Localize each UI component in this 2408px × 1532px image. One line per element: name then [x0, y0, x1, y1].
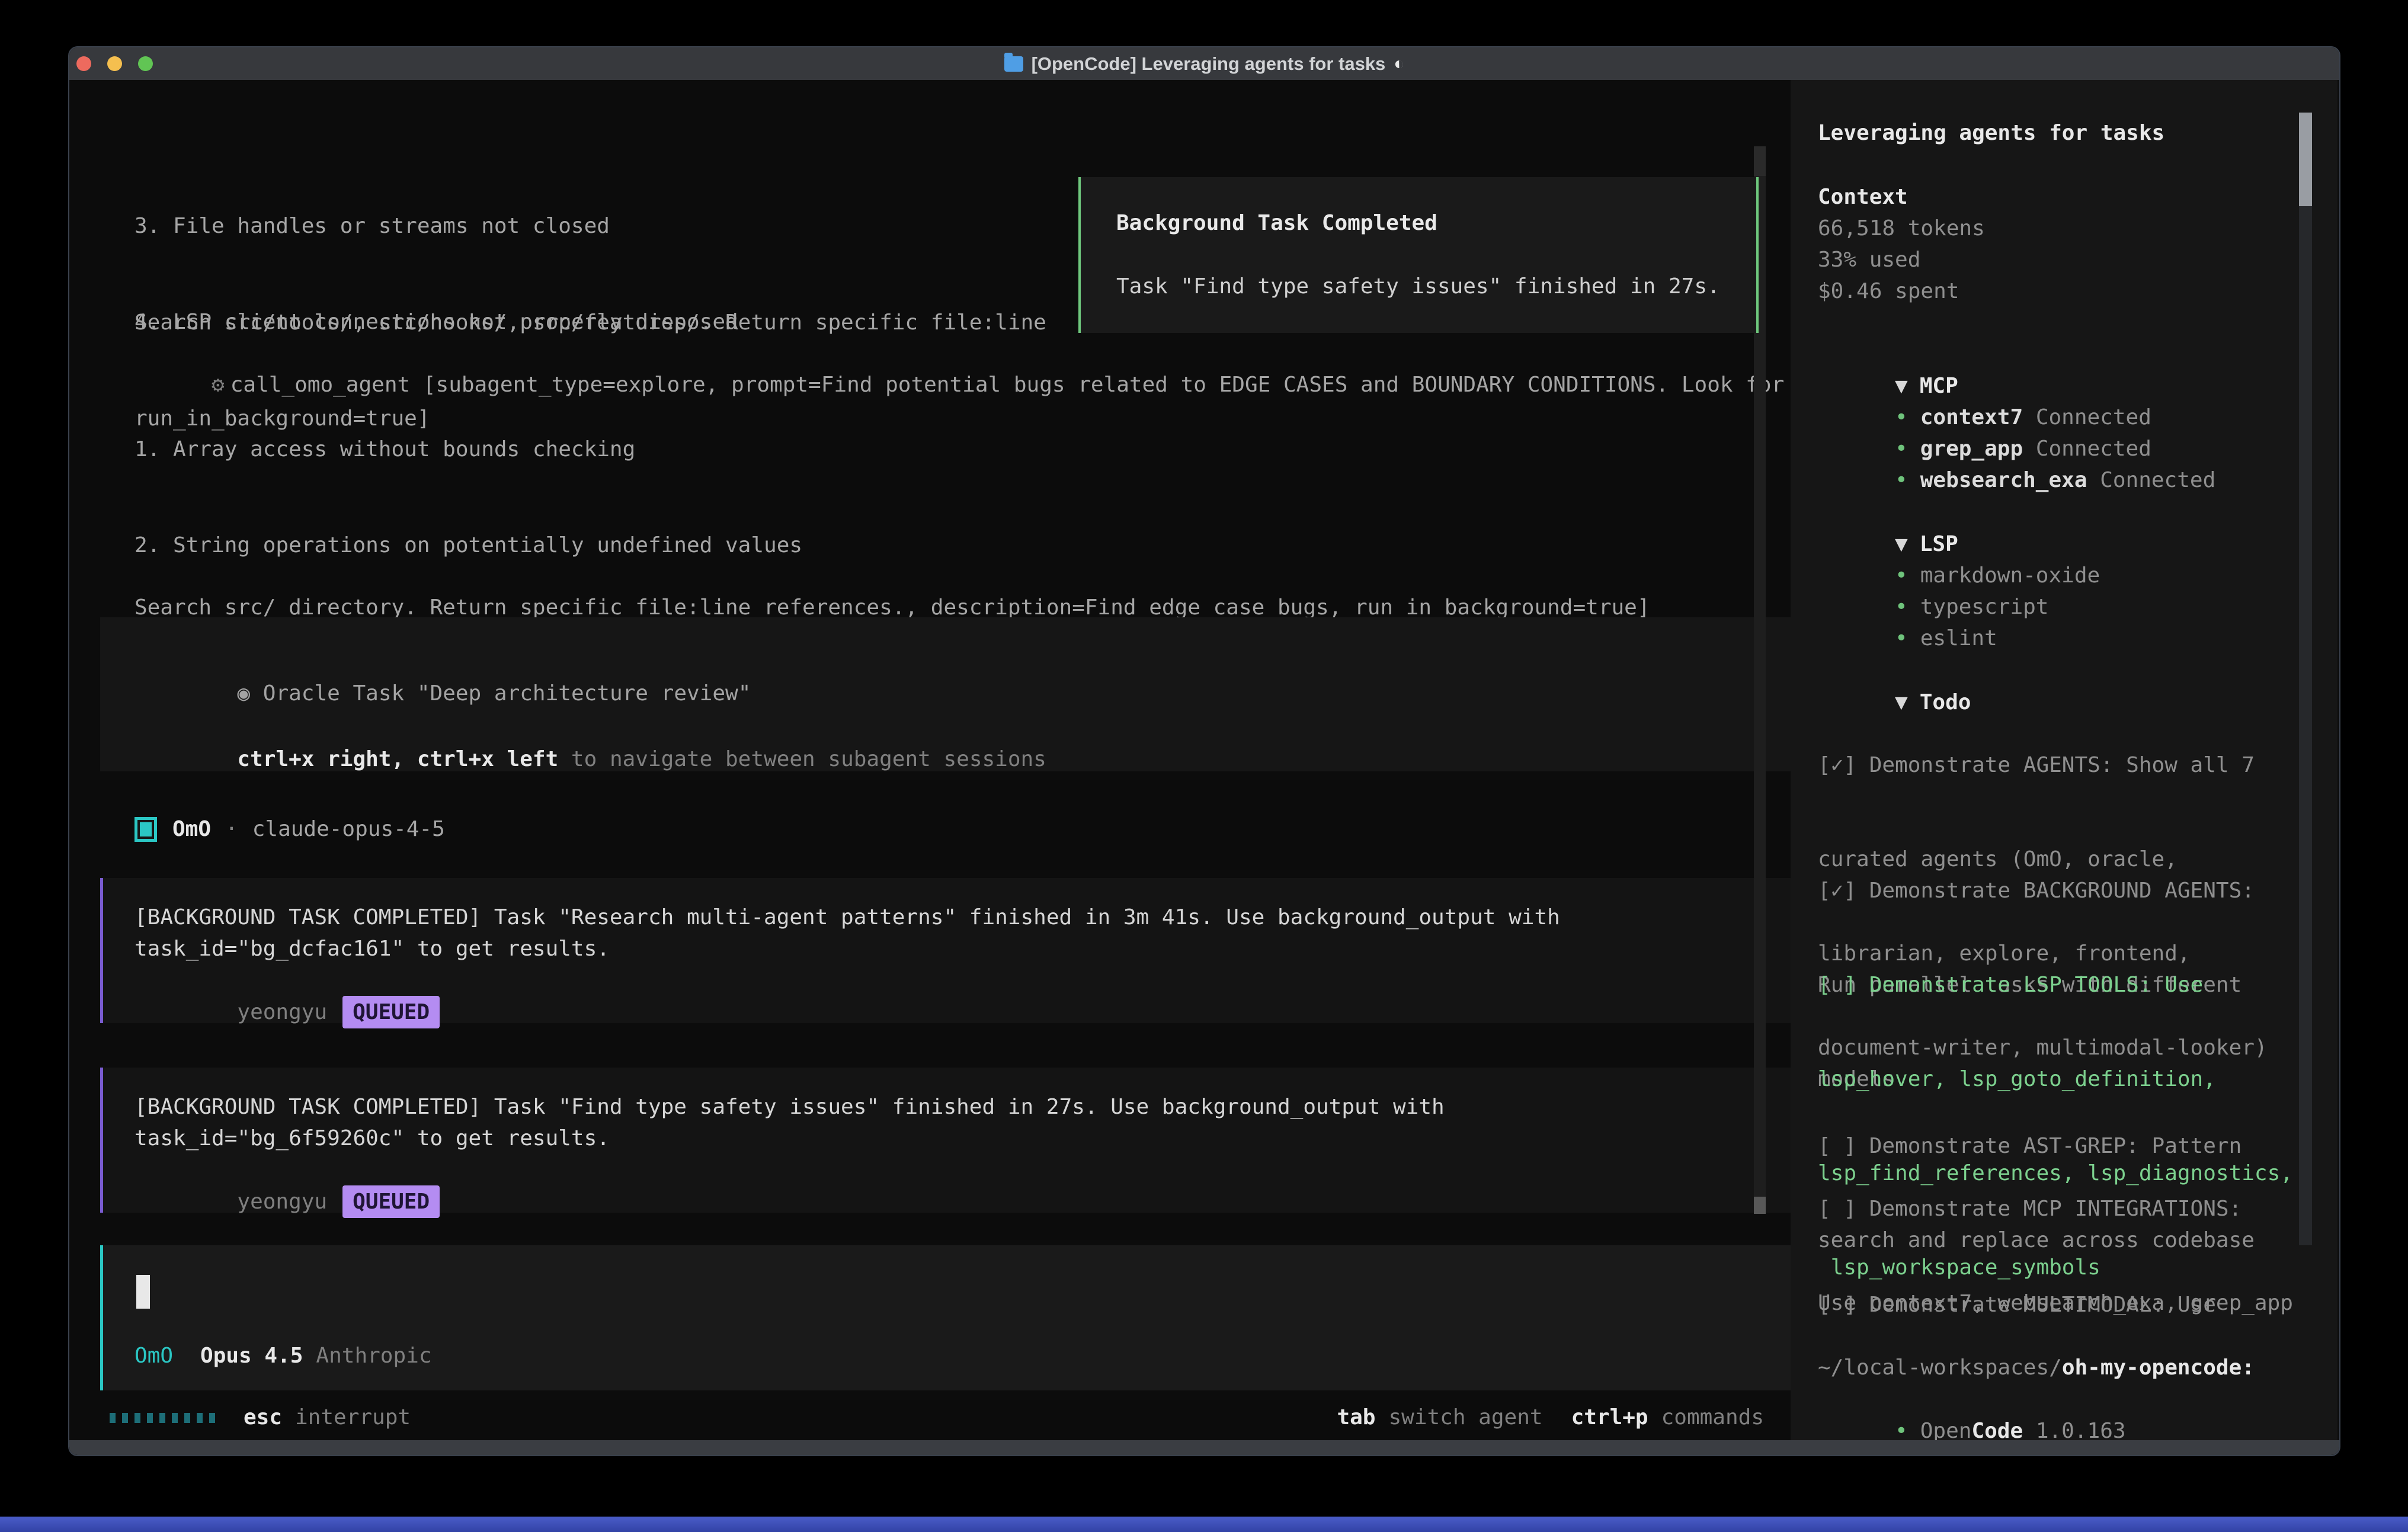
sidebar-scrollbar-thumb[interactable] — [2299, 113, 2312, 206]
input-provider-name: Anthropic — [316, 1340, 431, 1372]
context-tokens: 66,518 tokens — [1818, 213, 1985, 244]
tab-key-hint: tab — [1337, 1402, 1375, 1434]
context-heading: Context — [1818, 181, 1908, 213]
folder-icon — [1004, 56, 1023, 72]
titlebar[interactable]: [OpenCode] Leveraging agents for tasks ◐ — [69, 47, 2339, 80]
status-dot-icon: • — [1895, 626, 1908, 650]
main-scrollbar-thumb[interactable] — [1754, 1197, 1766, 1214]
window-bottom-edge — [69, 1440, 2339, 1455]
task-line: task_id="bg_6f59260c" to get results. — [135, 1123, 610, 1154]
esc-key-label: interrupt — [295, 1402, 411, 1434]
input-agent-name: OmO — [135, 1340, 173, 1372]
status-badge: QUEUED — [342, 1185, 440, 1218]
ctrlp-key-hint: ctrl+p — [1571, 1402, 1648, 1434]
minimize-button[interactable] — [107, 56, 122, 71]
busy-spinner-icon — [110, 1413, 215, 1423]
status-badge: QUEUED — [342, 996, 440, 1028]
main-scrollbar-thumb-top[interactable] — [1754, 146, 1766, 176]
toast-body: Task "Find type safety issues" finished … — [1116, 271, 1720, 303]
window-title: [OpenCode] Leveraging agents for tasks — [1032, 53, 1386, 75]
background-task-toast: Background Task Completed Task "Find typ… — [1078, 177, 1759, 333]
task-meta: yeongyu QUEUED — [135, 1154, 440, 1249]
agent-model: claude-opus-4-5 — [252, 813, 445, 845]
traffic-lights — [76, 47, 153, 80]
background-task-card: [BACKGROUND TASK COMPLETED] Task "Find t… — [100, 1068, 1814, 1213]
record-icon: ◉ — [237, 681, 250, 706]
model-row: OmO Opus 4.5 Anthropic — [135, 1340, 432, 1372]
log-line: 1. Array access without bounds checking — [135, 434, 956, 466]
window-title-area: [OpenCode] Leveraging agents for tasks ◐ — [69, 53, 2339, 75]
omo-agent-icon — [135, 817, 157, 842]
navigation-hint: ctrl+x right, ctrl+x left to navigate be… — [135, 711, 1046, 807]
zoom-button[interactable] — [138, 56, 153, 71]
prompt-input[interactable]: OmO Opus 4.5 Anthropic — [100, 1245, 1814, 1390]
log-line: Search src/tools/, src/hooks/, src/featu… — [135, 307, 1046, 339]
agent-header: OmO · claude-opus-4-5 — [135, 813, 445, 845]
status-bar: esc interrupt tab switch agent ctrl+p co… — [110, 1402, 1764, 1434]
sidebar-scrollbar[interactable] — [2299, 113, 2312, 1245]
task-line: task_id="bg_dcfac161" to get results. — [135, 933, 610, 964]
status-dot-icon: • — [1895, 468, 1908, 492]
oracle-task-panel: ◉ Oracle Task "Deep architecture review"… — [100, 617, 1814, 771]
esc-key-hint: esc — [244, 1402, 282, 1434]
text-cursor — [136, 1275, 150, 1309]
task-user: yeongyu — [237, 1000, 327, 1024]
task-meta: yeongyu QUEUED — [135, 964, 440, 1060]
key-combo: ctrl+x right, ctrl+x left — [237, 747, 558, 771]
session-title: Leveraging agents for tasks — [1818, 117, 2164, 149]
task-user: yeongyu — [237, 1190, 327, 1214]
input-model-name: Opus 4.5 — [200, 1340, 303, 1372]
sidebar: Leveraging agents for tasks Context 66,5… — [1791, 80, 2337, 1443]
toast-title: Background Task Completed — [1116, 207, 1437, 239]
task-line: [BACKGROUND TASK COMPLETED] Task "Find t… — [135, 1091, 1445, 1123]
close-button[interactable] — [76, 56, 91, 71]
context-used: 33% used — [1818, 244, 1920, 275]
tab-key-label: switch agent — [1388, 1402, 1542, 1434]
status-dot-icon: • — [1895, 1419, 1908, 1443]
terminal-main: 3. File handles or streams not closed 4.… — [69, 80, 1791, 1443]
agent-name: OmO — [172, 813, 211, 845]
separator-dot: · — [225, 813, 238, 845]
log-line: 3. File handles or streams not closed — [135, 210, 738, 242]
ctrlp-key-label: commands — [1661, 1402, 1764, 1434]
background-task-card: [BACKGROUND TASK COMPLETED] Task "Resear… — [100, 878, 1814, 1023]
progress-circle-icon: ◐ — [1394, 54, 1404, 74]
task-line: [BACKGROUND TASK COMPLETED] Task "Resear… — [135, 902, 1560, 933]
context-spent: $0.46 spent — [1818, 275, 1959, 307]
desktop-accent-strip — [0, 1517, 2408, 1532]
opencode-window: [OpenCode] Leveraging agents for tasks ◐… — [68, 46, 2340, 1456]
